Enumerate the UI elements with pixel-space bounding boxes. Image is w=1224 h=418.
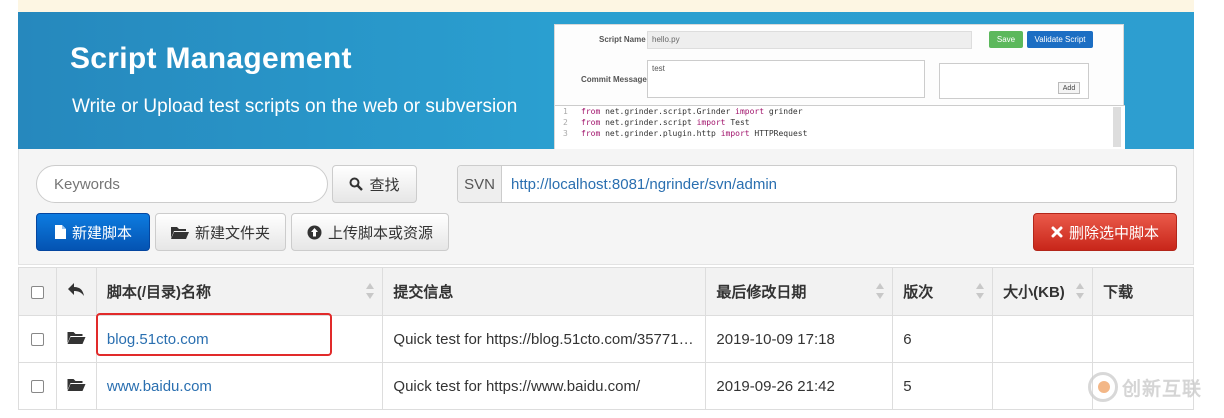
row-size-cell (992, 362, 1094, 410)
upload-circle-icon (307, 225, 322, 239)
folder-open-icon (67, 379, 86, 391)
top-strip (18, 0, 1194, 12)
preview-script-name-label: Script Name (599, 35, 646, 44)
row-commit-cell: Quick test for https://www.baidu.com/ (382, 362, 707, 410)
watermark: 创新互联 (1088, 372, 1202, 402)
row-commit-cell: Quick test for https://blog.51cto.com/35… (382, 315, 707, 363)
file-icon (54, 225, 66, 239)
svn-url-link[interactable]: http://localhost:8081/ngrinder/svn/admin (502, 166, 777, 202)
toolbar-panel: 查找 SVN http://localhost:8081/ngrinder/sv… (18, 149, 1194, 265)
row-revision-cell: 5 (892, 362, 994, 410)
table-header-row: 脚本(/目录)名称 提交信息 最后修改日期 版次 大小(KB) 下载 (18, 267, 1194, 316)
editor-preview-image: Script Name hello.py Save Validate Scrip… (554, 24, 1125, 149)
preview-save-button: Save (989, 31, 1023, 48)
preview-commit-label: Commit Message (581, 75, 647, 84)
column-header-revision[interactable]: 版次 (892, 267, 994, 316)
new-script-label: 新建脚本 (71, 224, 132, 242)
watermark-logo-icon (1088, 372, 1118, 402)
row-select-cell (18, 362, 57, 410)
keywords-search-input[interactable] (36, 165, 328, 203)
sort-icon[interactable] (976, 283, 985, 299)
select-all-cell (18, 267, 57, 316)
column-header-modified[interactable]: 最后修改日期 (705, 267, 894, 316)
preview-script-name-field: hello.py (647, 31, 972, 49)
svn-url-field[interactable]: SVN http://localhost:8081/ngrinder/svn/a… (457, 165, 1177, 203)
row-modified-cell: 2019-09-26 21:42 (705, 362, 894, 410)
sort-icon[interactable] (1076, 283, 1085, 299)
preview-commit-field: test (647, 60, 925, 98)
folder-open-icon (67, 332, 86, 344)
code-line: 3 from net.grinder.plugin.http import HTT… (563, 129, 808, 138)
sort-icon[interactable] (876, 283, 885, 299)
preview-add-button: Add (1058, 82, 1080, 94)
preview-validate-button: Validate Script (1027, 31, 1093, 48)
banner-title: Script Management (70, 42, 352, 75)
svn-label: SVN (458, 166, 502, 202)
row-name-cell: www.baidu.com (95, 362, 384, 410)
row-revision-cell: 6 (892, 315, 994, 363)
row-icon-cell (55, 315, 97, 363)
preview-code-editor: 1 from net.grinder.script.Grinder import … (555, 105, 1125, 149)
delete-selected-button[interactable]: 删除选中脚本 (1033, 213, 1177, 251)
script-name-link[interactable]: www.baidu.com (107, 378, 212, 395)
new-folder-label: 新建文件夹 (194, 224, 270, 242)
upload-label: 上传脚本或资源 (327, 224, 433, 242)
column-header-download: 下载 (1092, 267, 1194, 316)
new-script-button[interactable]: 新建脚本 (36, 213, 150, 251)
preview-scrollbar (1113, 107, 1121, 147)
column-header-size[interactable]: 大小(KB) (992, 267, 1094, 316)
code-line: 1 from net.grinder.script.Grinder import … (563, 107, 803, 116)
upload-button[interactable]: 上传脚本或资源 (291, 213, 449, 251)
row-checkbox[interactable] (30, 380, 44, 394)
watermark-text: 创新互联 (1122, 378, 1203, 400)
sort-icon[interactable] (366, 283, 375, 299)
banner-subtitle: Write or Upload test scripts on the web … (72, 96, 518, 117)
reply-arrow-icon[interactable] (68, 283, 85, 296)
row-name-cell: blog.51cto.com (95, 315, 384, 363)
search-button[interactable]: 查找 (332, 165, 417, 203)
row-icon-cell (55, 362, 97, 410)
search-button-label: 查找 (369, 176, 400, 194)
close-icon (1051, 226, 1063, 238)
folder-open-icon (170, 227, 189, 239)
row-checkbox[interactable] (30, 333, 44, 347)
search-icon (349, 177, 364, 191)
script-name-link[interactable]: blog.51cto.com (107, 331, 209, 348)
select-all-checkbox[interactable] (30, 285, 44, 299)
row-modified-cell: 2019-10-09 17:18 (705, 315, 894, 363)
row-select-cell (18, 315, 57, 363)
preview-target-list: Add (939, 63, 1089, 99)
code-line: 2 from net.grinder.script import Test (563, 118, 750, 127)
column-header-name[interactable]: 脚本(/目录)名称 (95, 267, 384, 316)
script-table: 脚本(/目录)名称 提交信息 最后修改日期 版次 大小(KB) 下载 blog.… (18, 267, 1194, 410)
delete-label: 删除选中脚本 (1068, 224, 1159, 242)
table-row: blog.51cto.com Quick test for https://bl… (18, 315, 1194, 363)
go-up-cell (55, 267, 97, 316)
new-folder-button[interactable]: 新建文件夹 (155, 213, 286, 251)
row-download-cell (1092, 315, 1194, 363)
table-row: www.baidu.com Quick test for https://www… (18, 362, 1194, 410)
script-management-banner: Script Management Write or Upload test s… (18, 12, 1194, 149)
column-header-commit: 提交信息 (382, 267, 707, 316)
row-size-cell (992, 315, 1094, 363)
